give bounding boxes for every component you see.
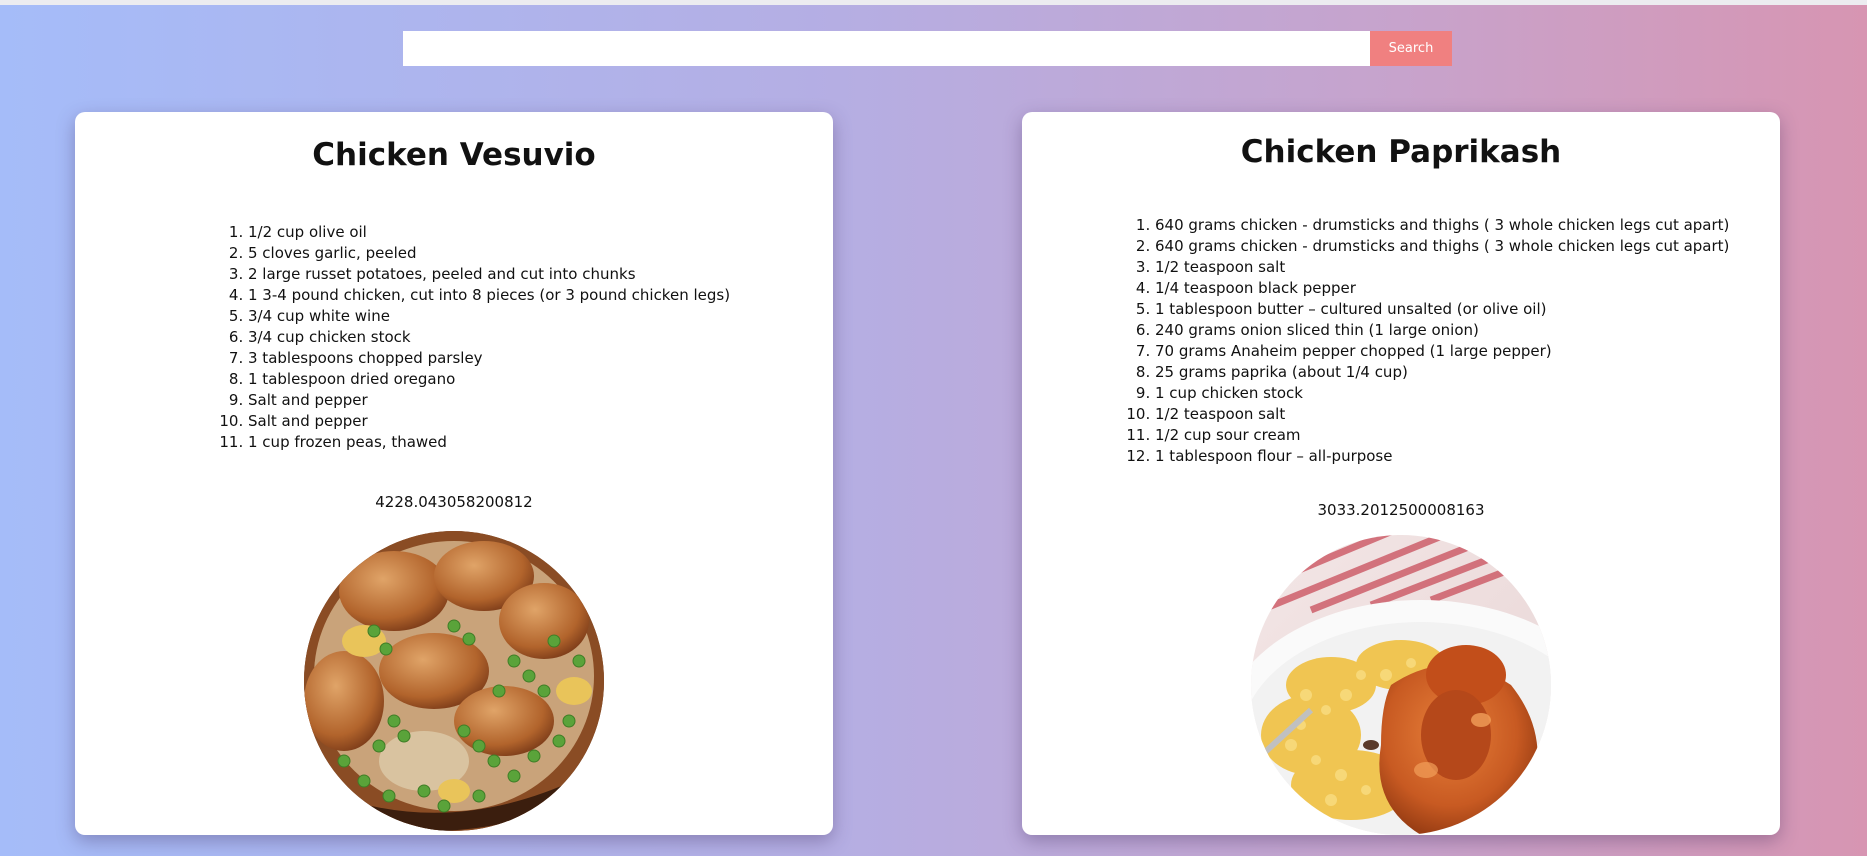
ingredient-item: 1/2 cup sour cream	[1155, 425, 1729, 446]
ingredient-item: 3 tablespoons chopped parsley	[248, 348, 730, 369]
ingredient-item: 1/2 cup olive oil	[248, 222, 730, 243]
ingredient-item: 1 tablespoon flour – all-purpose	[1155, 446, 1729, 467]
ingredient-item: 1/2 teaspoon salt	[1155, 404, 1729, 425]
ingredient-item: 1 cup chicken stock	[1155, 383, 1729, 404]
ingredient-item: 1 tablespoon butter – cultured unsalted …	[1155, 299, 1729, 320]
recipe-title: Chicken Paprikash	[1240, 134, 1562, 170]
ingredient-item: 3/4 cup white wine	[248, 306, 730, 327]
ingredient-item: 640 grams chicken - drumsticks and thigh…	[1155, 215, 1729, 236]
search-button[interactable]: Search	[1370, 31, 1452, 66]
recipe-value: 3033.2012500008163	[1317, 501, 1485, 519]
ingredient-item: 70 grams Anaheim pepper chopped (1 large…	[1155, 341, 1729, 362]
ingredient-item: 640 grams chicken - drumsticks and thigh…	[1155, 236, 1729, 257]
ingredient-item: Salt and pepper	[248, 411, 730, 432]
ingredient-item: 1/2 teaspoon salt	[1155, 257, 1729, 278]
ingredient-item: 1 3-4 pound chicken, cut into 8 pieces (…	[248, 285, 730, 306]
ingredient-item: 25 grams paprika (about 1/4 cup)	[1155, 362, 1729, 383]
recipe-value: 4228.043058200812	[375, 493, 533, 511]
ingredient-item: 3/4 cup chicken stock	[248, 327, 730, 348]
ingredient-list: 640 grams chicken - drumsticks and thigh…	[1155, 215, 1729, 467]
recipe-title: Chicken Vesuvio	[312, 137, 596, 173]
ingredient-item: 240 grams onion sliced thin (1 large oni…	[1155, 320, 1729, 341]
ingredient-list: 1/2 cup olive oil 5 cloves garlic, peele…	[248, 222, 730, 453]
chicken-paprikash-dish-photo	[1251, 535, 1551, 835]
chicken-vesuvio-dish-photo	[304, 531, 604, 831]
ingredient-item: 1/4 teaspoon black pepper	[1155, 278, 1729, 299]
ingredient-item: 1 tablespoon dried oregano	[248, 369, 730, 390]
ingredient-item: 1 cup frozen peas, thawed	[248, 432, 730, 453]
top-strip	[0, 0, 1867, 5]
recipe-card: Chicken Vesuvio 1/2 cup olive oil 5 clov…	[75, 112, 833, 835]
search-bar: Search	[403, 31, 1452, 66]
ingredient-item: 2 large russet potatoes, peeled and cut …	[248, 264, 730, 285]
search-input[interactable]	[403, 31, 1370, 66]
ingredient-item: 5 cloves garlic, peeled	[248, 243, 730, 264]
recipe-card: Chicken Paprikash 640 grams chicken - dr…	[1022, 112, 1780, 835]
ingredient-item: Salt and pepper	[248, 390, 730, 411]
